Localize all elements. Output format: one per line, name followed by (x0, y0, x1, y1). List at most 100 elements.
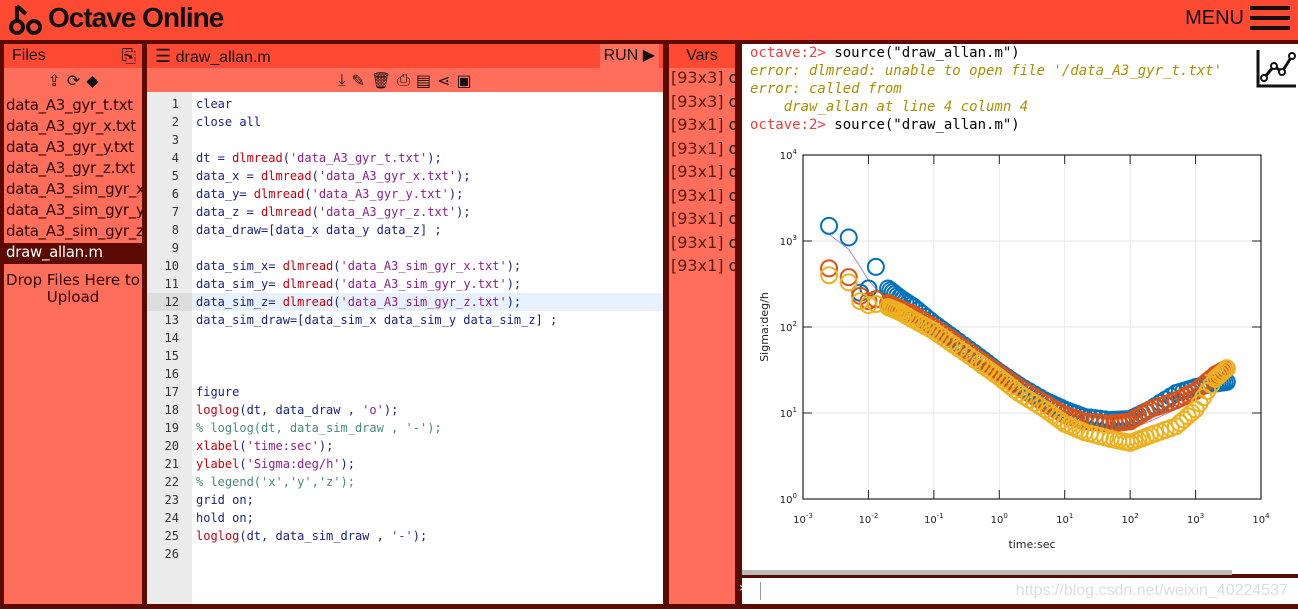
code-text: clear (196, 97, 233, 111)
code-line[interactable]: 22 % legend('x','y','z'); (147, 473, 663, 491)
var-item[interactable]: [93x1] da (669, 233, 735, 257)
code-line[interactable]: 1 clear (147, 95, 663, 113)
x-tick-label: 104 (1252, 512, 1270, 526)
x-axis-label: time:sec (1008, 538, 1055, 551)
code-line[interactable]: 12 data_sim_z= dlmread('data_A3_sim_gyr_z… (147, 293, 663, 311)
octave-logo-icon (9, 4, 42, 35)
file-item[interactable]: data_A3_gyr_z.txt (4, 159, 142, 180)
x-tick-label: 10-1 (924, 512, 944, 526)
console-input[interactable]: » https://blog.csdn.net/weixin_40224537 (739, 578, 1298, 604)
code-editor[interactable]: 1 clear 2 close all 3 4 dt = dlmread('data_A3_… (147, 92, 663, 604)
code-line[interactable]: 20 xlabel('time:sec'); (147, 437, 663, 455)
x-tick-label: 100 (991, 512, 1008, 526)
code-line[interactable]: 26 (147, 545, 663, 563)
pencil-icon[interactable]: ✎ (351, 71, 364, 90)
code-text: data_sim_draw=[data_sim_x data_sim_y dat… (196, 313, 558, 327)
file-item[interactable]: data_A3_sim_gyr_z.txt (4, 222, 142, 243)
code-line[interactable]: 8 data_draw=[data_x data_y data_z] ; (147, 221, 663, 239)
var-item[interactable]: [93x1] da (669, 115, 735, 139)
vars-panel: Vars [93x3] da[93x3] da[93x1] da[93x1] d… (669, 44, 735, 604)
data-point (820, 216, 839, 235)
code-line[interactable]: 18 loglog(dt, data_draw , 'o'); (147, 401, 663, 419)
plot-icon[interactable] (1256, 48, 1296, 88)
code-line[interactable]: 2 close all (147, 113, 663, 131)
console-prompt: octave:2> (750, 45, 835, 61)
var-name: da (728, 68, 735, 87)
code-line[interactable]: 3 (147, 131, 663, 149)
code-line[interactable]: 23 grid on; (147, 491, 663, 509)
var-item[interactable]: [93x1] da (669, 139, 735, 163)
var-name: da (728, 115, 735, 134)
var-item[interactable]: [93x1] da (669, 186, 735, 210)
var-item[interactable]: [93x3] da (669, 92, 735, 116)
print-icon[interactable]: ⎙ (397, 70, 410, 90)
menu-label: MENU (1185, 6, 1244, 29)
refresh-icon[interactable]: ⟳ (67, 71, 80, 90)
menu-button[interactable]: MENU (1185, 6, 1290, 30)
code-line[interactable]: 21 ylabel('Sigma:deg/h'); (147, 455, 663, 473)
code-line[interactable]: 5 data_x = dlmread('data_A3_gyr_x.txt'); (147, 167, 663, 185)
code-text: data_sim_z= dlmread('data_A3_sim_gyr_z.t… (196, 295, 522, 309)
hamburger-icon[interactable]: ☰ (147, 46, 171, 66)
code-line[interactable]: 16 (147, 365, 663, 383)
code-line[interactable]: 19 % loglog(dt, data_sim_draw , '-'); (147, 419, 663, 437)
file-item[interactable]: data_A3_gyr_y.txt (4, 138, 142, 159)
file-item[interactable]: draw_allan.m (4, 243, 142, 264)
file-item[interactable]: data_A3_gyr_t.txt (4, 96, 142, 117)
var-size: [93x1] (671, 138, 724, 158)
git-icon[interactable]: ◆ (86, 71, 98, 90)
line-number: 25 (164, 529, 179, 543)
code-text: data_y= dlmread('data_A3_gyr_y.txt'); (196, 187, 464, 201)
var-name: da (728, 91, 735, 111)
code-line[interactable]: 15 (147, 347, 663, 365)
code-line[interactable]: 10 data_sim_x= dlmread('data_A3_sim_gyr_x… (147, 257, 663, 275)
code-text: xlabel('time:sec'); (196, 439, 334, 453)
console-scrollbar[interactable] (742, 570, 1232, 575)
var-item[interactable]: [93x1] da (669, 162, 735, 186)
line-number: 21 (164, 457, 179, 471)
upload-icon[interactable]: ⇪ (47, 71, 60, 90)
code-text: data_x = dlmread('data_A3_gyr_x.txt'); (196, 169, 471, 183)
trash-icon[interactable]: 🗑 (371, 71, 391, 90)
code-line[interactable]: 25 loglog(dt, data_sim_draw , '-'); (147, 527, 663, 545)
share-icon[interactable]: ⋖ (437, 71, 450, 90)
download-icon[interactable]: ⤓ (338, 70, 345, 90)
code-text: data_draw=[data_x data_y data_z] ; (196, 223, 442, 237)
code-text: loglog(dt, data_draw , 'o'); (196, 403, 399, 417)
code-text: grid on; (196, 493, 254, 507)
line-number: 15 (164, 349, 179, 363)
save-icon[interactable]: ▣ (457, 71, 472, 90)
y-axis-label: Sigma:deg/h (758, 292, 771, 362)
allan-variance-plot: 10-3 10-2 10-1 100 101 102 103 104 100 101 102 103 1… (758, 148, 1270, 551)
code-text: % legend('x','y','z'); (196, 475, 355, 489)
var-item[interactable]: [93x1] dt (669, 256, 735, 280)
y-tick-label: 101 (780, 406, 797, 420)
var-item[interactable]: [93x3] da (669, 68, 735, 92)
code-line[interactable]: 13 data_sim_draw=[data_sim_x data_sim_y d… (147, 311, 663, 329)
code-line[interactable]: 7 data_z = dlmread('data_A3_gyr_z.txt'); (147, 203, 663, 221)
file-item[interactable]: data_A3_sim_gyr_y.txt (4, 201, 142, 222)
var-name: dt (728, 256, 735, 275)
compare-icon[interactable]: ▤ (416, 71, 431, 90)
vars-title: Vars (669, 44, 735, 68)
code-line[interactable]: 4 dt = dlmread('data_A3_gyr_t.txt'); (147, 149, 663, 167)
var-item[interactable]: [93x1] da (669, 209, 735, 233)
data-point (839, 228, 858, 247)
file-item[interactable]: data_A3_sim_gyr_x.txt (4, 180, 142, 201)
editor-toolbar: ⤓ ✎ 🗑 ⎙ ▤ ⋖ ▣ (147, 68, 663, 92)
code-line[interactable]: 17 figure (147, 383, 663, 401)
console-prompt: octave:2> (750, 117, 835, 133)
file-item[interactable]: data_A3_gyr_x.txt (4, 117, 142, 138)
drop-zone[interactable]: Drop Files Here to Upload (4, 272, 142, 306)
run-button[interactable]: RUN ▶ (599, 44, 659, 68)
line-number: 13 (164, 313, 179, 327)
code-line[interactable]: 24 hold on; (147, 509, 663, 527)
code-line[interactable]: 14 (147, 329, 663, 347)
code-line[interactable]: 11 data_sim_y= dlmread('data_A3_sim_gyr_y… (147, 275, 663, 293)
code-text: figure (196, 385, 240, 399)
code-line[interactable]: 9 (147, 239, 663, 257)
new-file-icon[interactable]: ⎘ (122, 44, 136, 68)
line-number: 7 (171, 205, 179, 219)
code-line[interactable]: 6 data_y= dlmread('data_A3_gyr_y.txt'); (147, 185, 663, 203)
code-text: close all (196, 115, 262, 129)
